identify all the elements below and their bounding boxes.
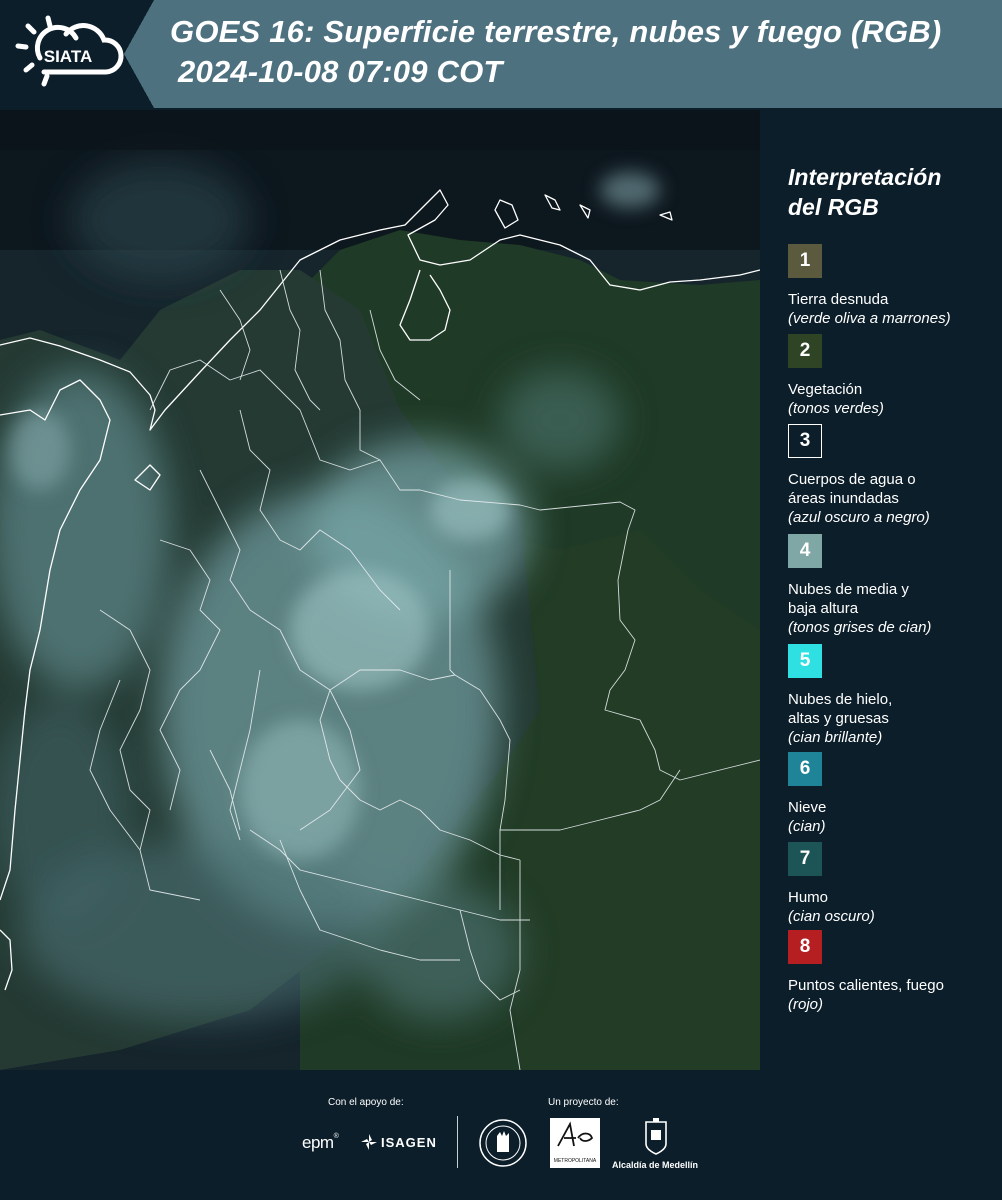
legend-label: Cuerpos de agua o áreas inundadas [788, 471, 916, 507]
legend-swatch: 3 [788, 424, 822, 458]
medellin-seal-icon [479, 1119, 527, 1167]
timestamp: 2024-10-08 07:09 COT [178, 54, 503, 89]
legend-item-ice-clouds: 5 Nubes de hielo, altas y gruesas (cian … [788, 644, 998, 747]
header: SIATA GOES 16: Superficie terrestre, nub… [0, 0, 1002, 110]
isagen-mark-icon [361, 1134, 377, 1150]
legend-label: Puntos calientes, fuego [788, 977, 944, 994]
legend-item-water: 3 Cuerpos de agua o áreas inundadas (azu… [788, 424, 998, 527]
project-caption: Un proyecto de: [548, 1097, 619, 1108]
rgb-legend: Interpretación del RGB 1 Tierra desnuda … [772, 110, 1002, 1070]
isagen-logo: ISAGEN [360, 1133, 437, 1151]
legend-item-mid-low-clouds: 4 Nubes de media y baja altura (tonos gr… [788, 534, 998, 637]
legend-item-bare-land: 1 Tierra desnuda (verde oliva a marrones… [788, 244, 998, 328]
logo-text: SIATA [44, 47, 92, 66]
legend-title-line2: del RGB [788, 194, 879, 220]
legend-label: Nieve [788, 799, 827, 816]
legend-swatch: 4 [788, 534, 822, 568]
legend-swatch: 6 [788, 752, 822, 786]
legend-item-smoke: 7 Humo (cian oscuro) [788, 842, 998, 926]
epm-logo: epm® [302, 1133, 339, 1152]
legend-note: (cian oscuro) [788, 908, 875, 925]
legend-swatch: 1 [788, 244, 822, 278]
page-title: GOES 16: Superficie terrestre, nubes y f… [170, 14, 942, 49]
map-canvas [0, 110, 760, 1070]
area-metropolitana-logo: METROPOLITANA [550, 1118, 600, 1168]
support-caption: Con el apoyo de: [328, 1097, 404, 1108]
isagen-logo-text: ISAGEN [381, 1134, 437, 1150]
alcaldia-shield-icon [645, 1118, 667, 1155]
legend-title: Interpretación del RGB [788, 162, 998, 222]
alcaldia-text: Alcaldía de Medellín [612, 1160, 699, 1170]
epm-logo-text: epm [302, 1133, 334, 1152]
legend-note: (azul oscuro a negro) [788, 509, 930, 526]
area-metropolitana-mark-icon [557, 1121, 594, 1147]
legend-label: Humo [788, 889, 829, 906]
legend-label: Tierra desnuda [788, 291, 889, 308]
siata-logo: SIATA [15, 15, 124, 87]
footer-divider [457, 1116, 458, 1168]
legend-note: (verde oliva a marrones) [788, 310, 951, 327]
legend-title-line1: Interpretación [788, 164, 942, 190]
legend-swatch: 5 [788, 644, 822, 678]
legend-note: (tonos verdes) [788, 400, 884, 417]
title-band-notch [124, 0, 154, 108]
area-metropolitana-text: METROPOLITANA [553, 1158, 597, 1164]
footer: Con el apoyo de: Un proyecto de: epm® IS… [0, 1070, 1002, 1200]
legend-note: (cian brillante) [788, 729, 883, 746]
legend-swatch: 8 [788, 930, 822, 964]
legend-note: (tonos grises de cian) [788, 619, 932, 636]
legend-label: Vegetación [788, 381, 863, 398]
satellite-map[interactable] [0, 110, 760, 1070]
legend-note: (rojo) [788, 996, 824, 1013]
legend-note: (cian) [788, 818, 826, 835]
legend-item-hotspots: 8 Puntos calientes, fuego (rojo) [788, 930, 998, 1014]
legend-item-snow: 6 Nieve (cian) [788, 752, 998, 836]
legend-swatch: 2 [788, 334, 822, 368]
legend-label: Nubes de media y baja altura [788, 581, 909, 617]
legend-item-vegetation: 2 Vegetación (tonos verdes) [788, 334, 998, 418]
legend-label: Nubes de hielo, altas y gruesas [788, 691, 893, 727]
legend-swatch: 7 [788, 842, 822, 876]
